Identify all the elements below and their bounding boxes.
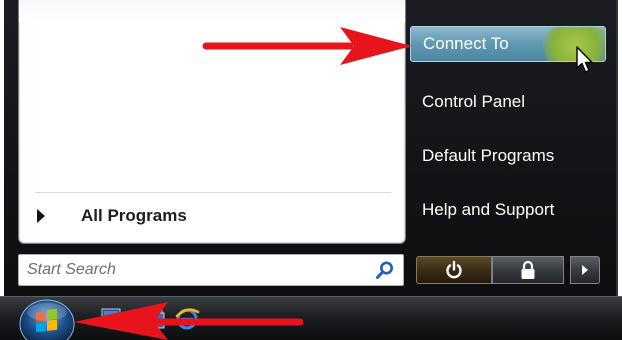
- screenshot-frame: All Programs Connect To Control Panel De…: [0, 0, 622, 340]
- menu-item-label: Help and Support: [422, 200, 555, 219]
- start-button[interactable]: [16, 296, 78, 340]
- menu-item-help-and-support[interactable]: Help and Support: [410, 192, 606, 228]
- lock-button[interactable]: [492, 256, 564, 284]
- switch-windows-icon[interactable]: [146, 308, 166, 330]
- power-button[interactable]: [416, 256, 492, 284]
- start-search-box[interactable]: [18, 254, 404, 286]
- taskbar: [0, 296, 622, 340]
- power-controls: [410, 254, 606, 284]
- lock-icon: [521, 260, 535, 279]
- search-icon[interactable]: [375, 260, 395, 280]
- menu-item-label: Connect To: [423, 34, 509, 53]
- internet-explorer-icon[interactable]: [174, 304, 200, 332]
- mouse-cursor-icon: [576, 46, 593, 73]
- all-programs-label: All Programs: [81, 206, 187, 225]
- menu-item-label: Control Panel: [422, 92, 526, 111]
- programs-separator: [35, 192, 391, 193]
- expand-arrow-icon: [37, 209, 45, 223]
- power-options-button[interactable]: [570, 256, 600, 284]
- menu-item-default-programs[interactable]: Default Programs: [410, 138, 606, 174]
- power-icon: [446, 260, 462, 279]
- all-programs-button[interactable]: All Programs: [31, 202, 391, 230]
- programs-pane-top: [19, 0, 405, 22]
- menu-item-label: Default Programs: [422, 146, 555, 165]
- show-desktop-icon[interactable]: [100, 306, 122, 330]
- arrow-right-icon: [582, 265, 588, 275]
- programs-pane: All Programs: [18, 0, 406, 244]
- start-search-input[interactable]: [25, 258, 369, 282]
- menu-item-control-panel[interactable]: Control Panel: [410, 84, 606, 120]
